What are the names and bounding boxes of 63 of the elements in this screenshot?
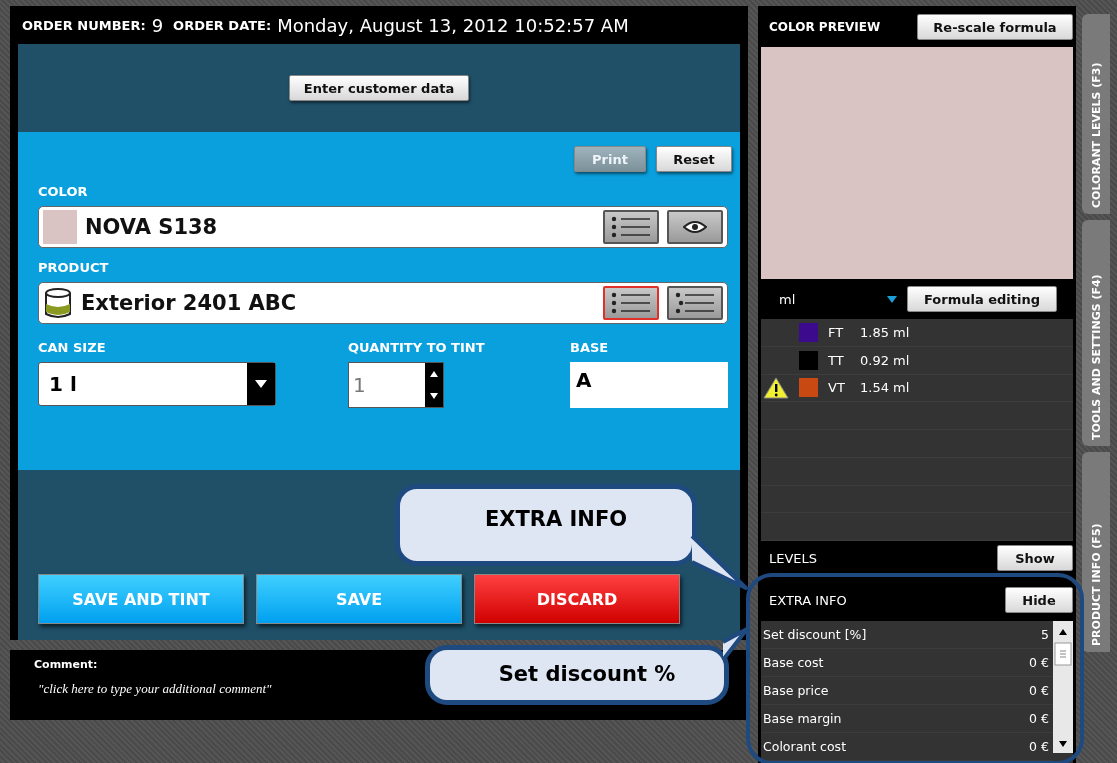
rescale-formula-button[interactable]: Re-scale formula: [917, 14, 1073, 40]
down-arrow-icon[interactable]: [430, 393, 438, 399]
can-size-select[interactable]: 1 l: [38, 362, 276, 406]
dropdown-arrow-icon: [255, 380, 267, 388]
color-field[interactable]: NOVA S138: [38, 206, 728, 248]
base-field[interactable]: A: [570, 362, 728, 408]
color-swatch: [43, 210, 77, 244]
callout-bubble: EXTRA INFO: [395, 484, 697, 566]
reset-button[interactable]: Reset: [656, 146, 732, 172]
quantity-spinner[interactable]: 1: [348, 362, 444, 408]
info-label: Base margin: [763, 711, 842, 726]
formula-editing-button[interactable]: Formula editing: [907, 286, 1057, 312]
eye-icon: [683, 220, 707, 234]
comment-field[interactable]: "click here to type your additional comment": [34, 681, 422, 697]
side-tab[interactable]: COLORANT LEVELS (F3): [1082, 14, 1110, 214]
quantity-label: QUANTITY TO TINT: [348, 339, 485, 355]
info-value: 0 €: [1029, 655, 1049, 670]
show-button[interactable]: Show: [997, 545, 1073, 571]
base-label: BASE: [570, 339, 609, 355]
color-preview-title: COLOR PREVIEW: [769, 20, 881, 34]
side-tab[interactable]: TOOLS AND SETTINGS (F4): [1082, 220, 1110, 446]
customer-data-button[interactable]: Enter customer data: [288, 75, 470, 101]
hide-button[interactable]: Hide: [1005, 587, 1073, 613]
can-size-label: CAN SIZE: [38, 339, 106, 355]
order-date-label: ORDER DATE:: [173, 17, 272, 33]
colorant-code: VT: [828, 380, 846, 396]
colorant-amount: 0.92 ml: [860, 352, 910, 368]
list-button[interactable]: [603, 210, 659, 244]
list-button[interactable]: [667, 286, 723, 320]
list-icon: [610, 215, 652, 239]
product-field[interactable]: Exterior 2401 ABC: [38, 282, 728, 324]
levels-label: LEVELS: [769, 550, 818, 566]
discard-button[interactable]: DISCARD: [474, 574, 680, 624]
comment-label: Comment:: [34, 658, 99, 671]
list-icon: [674, 291, 716, 315]
colorant-amount: 1.85 ml: [860, 324, 910, 340]
colorant-code: FT: [828, 324, 845, 340]
info-label: Base price: [763, 683, 829, 698]
colorant-code: TT: [828, 352, 845, 368]
list-icon: [610, 291, 652, 315]
info-value: 5: [1041, 627, 1049, 642]
info-label: Colorant cost: [763, 739, 847, 754]
extra-info-label: EXTRA INFO: [769, 592, 847, 608]
paint-can-icon: [43, 286, 73, 320]
info-label: Base cost: [763, 655, 824, 670]
info-value: 0 €: [1029, 711, 1049, 726]
order-date: Monday, August 13, 2012 10:52:57 AM: [277, 14, 629, 36]
info-label: Set discount [%]: [763, 627, 867, 642]
up-arrow-icon[interactable]: [430, 371, 438, 377]
callout-bubble: Set discount %: [425, 645, 729, 705]
scrollbar-drawing[interactable]: [1053, 621, 1073, 753]
info-value: 0 €: [1029, 683, 1049, 698]
info-value: 0 €: [1029, 739, 1049, 754]
side-tab[interactable]: PRODUCT INFO (F5): [1082, 452, 1110, 652]
colorant-amount: 1.54 ml: [860, 380, 910, 396]
order-number-label: ORDER NUMBER:: [22, 17, 146, 33]
order-number: 9: [151, 14, 164, 36]
dropdown-arrow-icon: [887, 295, 897, 303]
preview-button[interactable]: [667, 210, 723, 244]
unit-select[interactable]: ml: [779, 291, 897, 307]
color-label: COLOR: [38, 183, 88, 199]
product-label: PRODUCT: [38, 259, 109, 275]
list-button[interactable]: [603, 286, 659, 320]
